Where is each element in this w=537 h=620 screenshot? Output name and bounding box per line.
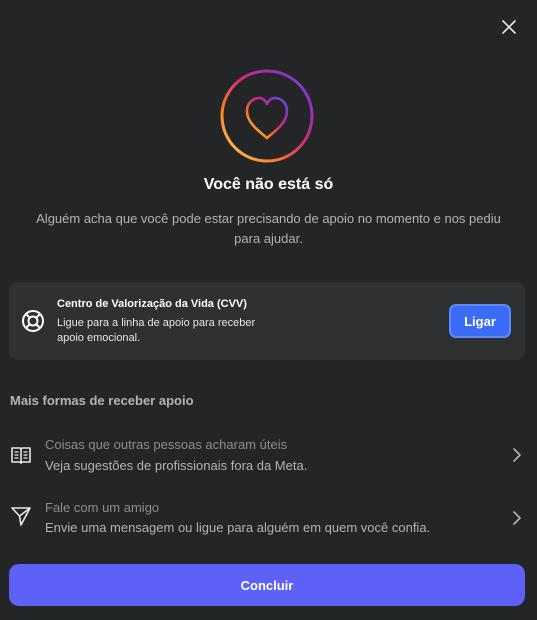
- heart-circle-icon: [220, 69, 314, 163]
- option-description: Envie uma mensagem ou ligue para alguém …: [45, 520, 431, 535]
- option-helpful-things[interactable]: Coisas que outras pessoas acharam úteis …: [0, 432, 537, 488]
- close-button[interactable]: [496, 14, 522, 40]
- dialog-subtitle: Alguém acha que você pode estar precisan…: [36, 211, 501, 246]
- option-talk-to-friend[interactable]: Fale com um amigo Envie uma mensagem ou …: [0, 495, 537, 551]
- call-button[interactable]: Ligar: [449, 304, 511, 338]
- support-dialog: Você não está só Alguém acha que você po…: [0, 0, 537, 620]
- cvv-card: Centro de Valorização da Vida (CVV) Ligu…: [9, 282, 525, 360]
- option-description: Veja sugestões de profissionais fora da …: [45, 458, 308, 473]
- chevron-right-icon: [513, 448, 521, 462]
- send-icon: [11, 507, 31, 526]
- book-icon: [11, 447, 31, 464]
- option-title: Coisas que outras pessoas acharam úteis: [45, 437, 288, 452]
- dialog-title: Você não está só: [203, 176, 334, 193]
- close-icon: [502, 20, 516, 34]
- option-title: Fale com um amigo: [45, 500, 160, 515]
- done-button[interactable]: Concluir: [9, 564, 525, 606]
- chevron-right-icon: [513, 511, 521, 525]
- cvv-description: Ligue para a linha de apoio para receber…: [57, 317, 256, 344]
- lifebuoy-icon: [22, 310, 44, 332]
- cvv-title: Centro de Valorização da Vida (CVV): [57, 298, 247, 310]
- section-heading: Mais formas de receber apoio: [10, 393, 194, 408]
